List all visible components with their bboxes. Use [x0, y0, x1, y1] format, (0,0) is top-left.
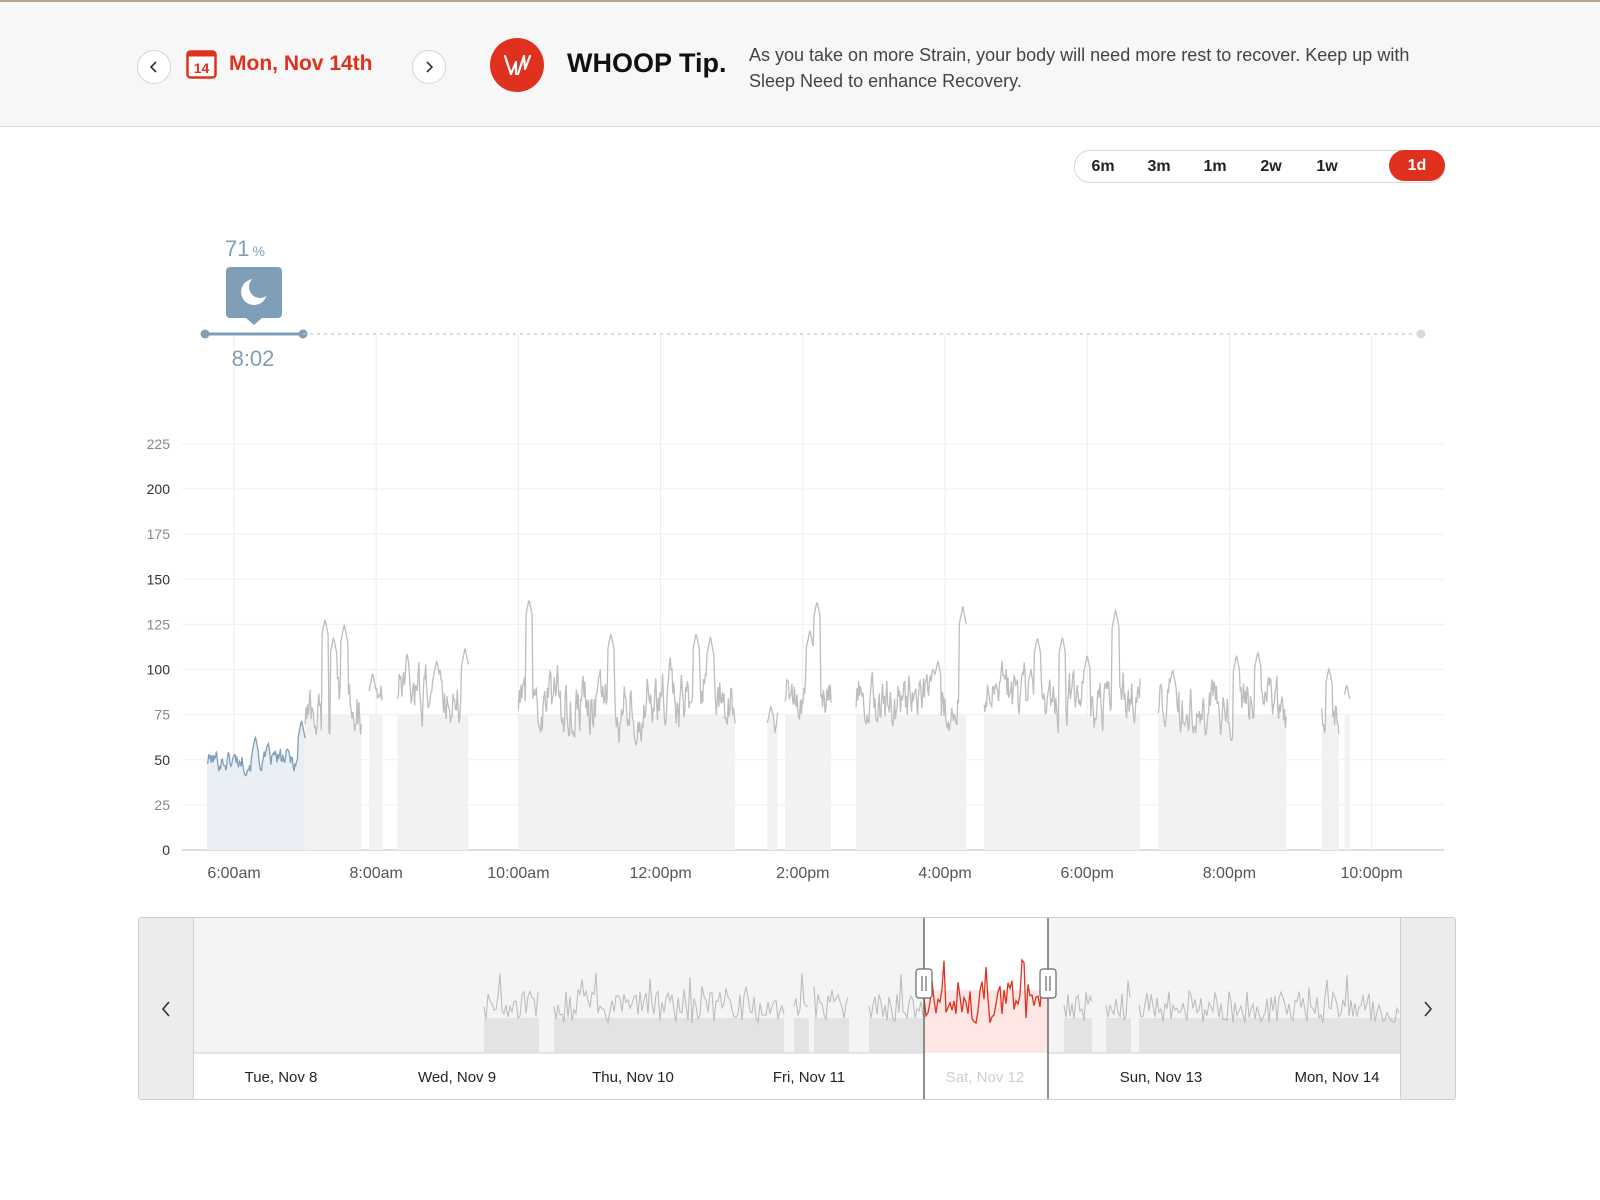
- selection-right-handle[interactable]: [1039, 968, 1057, 999]
- sleep-percent: 71%: [225, 236, 265, 261]
- moon-icon: [226, 267, 282, 325]
- x-tick-label: 10:00pm: [1340, 865, 1402, 882]
- navigator-chart: Tue, Nov 8 Wed, Nov 9 Thu, Nov 10 Fri, Nov …: [194, 918, 1400, 1099]
- y-axis-ticks: 0 25 50 75 100 125 150 175 200 225: [147, 436, 171, 858]
- navigator-day-label[interactable]: Fri, Nov 11: [773, 1069, 845, 1086]
- activity-fill-area: [518, 714, 736, 850]
- chevron-left-icon: [161, 1000, 170, 1017]
- navigator-activity-block: [794, 1018, 809, 1053]
- y-tick-label: 200: [147, 481, 171, 497]
- sleep-marker[interactable]: 71% 8:02: [200, 236, 308, 371]
- navigator-day-label[interactable]: Sun, Nov 13: [1120, 1069, 1203, 1086]
- chart-fill-areas: [207, 714, 1350, 850]
- selection-window-fill: [924, 990, 1048, 1053]
- sleep-duration: 8:02: [232, 346, 275, 371]
- day-navigator: Tue, Nov 8 Wed, Nov 9 Thu, Nov 10 Fri, Nov …: [138, 917, 1456, 1100]
- sleep-start-dot: [200, 329, 210, 339]
- y-tick-label: 150: [147, 571, 171, 587]
- y-tick-label: 50: [154, 752, 170, 768]
- y-tick-label: 100: [147, 662, 171, 678]
- activity-fill-area: [369, 714, 383, 850]
- activity-fill-area: [767, 714, 778, 850]
- navigator-activity-block: [1064, 1018, 1092, 1053]
- y-tick-label: 125: [147, 616, 171, 632]
- x-tick-label: 8:00am: [350, 865, 403, 882]
- navigator-day-label[interactable]: Sat, Nov 12: [946, 1069, 1024, 1086]
- navigator-activity-block: [1106, 1018, 1131, 1053]
- x-tick-label: 8:00pm: [1203, 865, 1256, 882]
- navigator-day-label[interactable]: Thu, Nov 10: [592, 1069, 674, 1086]
- navigator-day-label[interactable]: Tue, Nov 8: [245, 1069, 318, 1086]
- navigator-activity-block: [554, 1018, 784, 1053]
- x-tick-label: 6:00pm: [1061, 865, 1114, 882]
- navigator-activity-block: [814, 1018, 849, 1053]
- activity-fill-area: [305, 714, 362, 850]
- navigator-next-button[interactable]: [1400, 918, 1455, 1099]
- x-tick-label: 12:00pm: [629, 865, 691, 882]
- navigator-day-labels: Tue, Nov 8 Wed, Nov 9 Thu, Nov 10 Fri, Nov …: [245, 1069, 1380, 1086]
- x-tick-label: 10:00am: [487, 865, 549, 882]
- chevron-right-icon: [1424, 1000, 1433, 1017]
- heart-rate-line: [855, 606, 967, 732]
- heart-rate-line: [784, 602, 832, 720]
- selection-left-handle[interactable]: [915, 968, 933, 999]
- y-tick-label: 25: [154, 797, 170, 813]
- navigator-day-label[interactable]: Wed, Nov 9: [418, 1069, 496, 1086]
- navigator-activity-block: [869, 1018, 923, 1053]
- heart-rate-chart: 0 25 50 75 100 125 150 175 200 225 6:00am 8:00am 10…: [147, 236, 1444, 882]
- y-tick-label: 75: [154, 707, 170, 723]
- x-tick-label: 4:00pm: [918, 865, 971, 882]
- activity-fill-area: [785, 714, 832, 850]
- activity-fill-area: [1321, 714, 1339, 850]
- y-tick-label: 175: [147, 526, 171, 542]
- navigator-activity-block: [484, 1018, 539, 1053]
- activity-fill-area: [1344, 714, 1350, 850]
- activity-fill-area: [984, 714, 1141, 850]
- navigator-previous-button[interactable]: [139, 918, 194, 1099]
- activity-fill-area: [1158, 714, 1287, 850]
- x-tick-label: 6:00am: [207, 865, 260, 882]
- heart-rate-line: [1343, 685, 1351, 700]
- navigator-day-label[interactable]: Mon, Nov 14: [1294, 1069, 1379, 1086]
- y-tick-label: 225: [147, 436, 171, 452]
- timeline-end-dot: [1416, 329, 1426, 339]
- x-tick-label: 2:00pm: [776, 865, 829, 882]
- activity-fill-area: [397, 714, 469, 850]
- y-tick-label: 0: [162, 842, 170, 858]
- activity-fill-area: [856, 714, 967, 850]
- navigator-activity-block: [1139, 1018, 1400, 1053]
- x-axis-ticks: 6:00am 8:00am 10:00am 12:00pm 2:00pm 4:00pm 6:…: [207, 865, 1402, 882]
